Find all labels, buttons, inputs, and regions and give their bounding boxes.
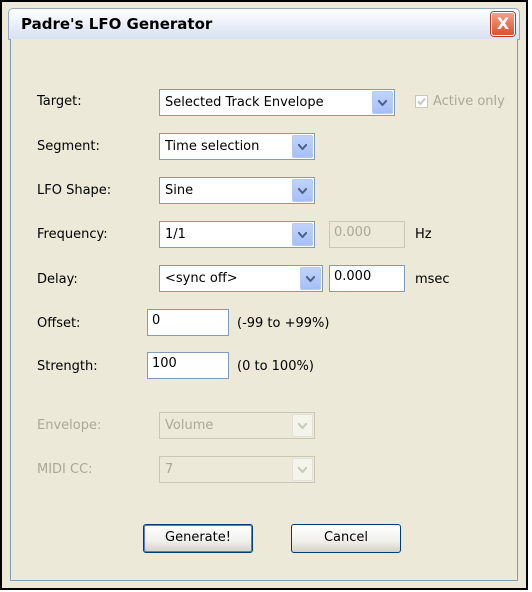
dialog-body: Target: Selected Track Envelope Active o… — [10, 39, 518, 581]
frequency-select[interactable]: 1/1 — [159, 221, 315, 248]
envelope-label: Envelope: — [37, 418, 102, 433]
lfo-shape-select[interactable]: Sine — [159, 177, 315, 204]
chevron-down-icon[interactable] — [292, 223, 313, 246]
close-icon: X — [496, 14, 510, 33]
offset-input[interactable]: 0 — [147, 309, 229, 336]
envelope-value: Volume — [165, 418, 214, 433]
active-only-label: Active only — [433, 94, 505, 109]
segment-label: Segment: — [37, 139, 100, 154]
delay-select[interactable]: <sync off> — [159, 265, 323, 292]
midi-cc-label: MIDI CC: — [37, 462, 93, 477]
hz-field: 0.000 — [329, 221, 405, 248]
lfo-shape-label: LFO Shape: — [37, 183, 112, 198]
title-bar: Padre's LFO Generator X — [8, 8, 520, 40]
chevron-down-icon — [292, 414, 313, 437]
generate-button[interactable]: Generate! — [143, 524, 253, 553]
target-value: Selected Track Envelope — [165, 95, 324, 110]
close-button[interactable]: X — [491, 12, 515, 36]
hz-unit-label: Hz — [415, 227, 432, 242]
lfo-generator-dialog: Padre's LFO Generator X Target: Selected… — [0, 0, 528, 590]
offset-label: Offset: — [37, 316, 81, 331]
segment-select[interactable]: Time selection — [159, 133, 315, 160]
frequency-label: Frequency: — [37, 227, 108, 242]
window-title: Padre's LFO Generator — [21, 15, 213, 33]
segment-value: Time selection — [165, 139, 260, 154]
envelope-select: Volume — [159, 412, 315, 439]
strength-range-hint: (0 to 100%) — [237, 359, 314, 374]
cancel-button[interactable]: Cancel — [291, 524, 401, 553]
frequency-value: 1/1 — [165, 227, 186, 242]
delay-value: <sync off> — [165, 271, 238, 286]
target-label: Target: — [37, 94, 82, 109]
delay-ms-input[interactable]: 0.000 — [329, 265, 405, 292]
strength-input[interactable]: 100 — [147, 352, 229, 379]
lfo-shape-value: Sine — [165, 183, 194, 198]
target-select[interactable]: Selected Track Envelope — [159, 89, 395, 116]
strength-label: Strength: — [37, 359, 98, 374]
midi-cc-value: 7 — [165, 462, 174, 477]
midi-cc-select: 7 — [159, 456, 315, 483]
chevron-down-icon[interactable] — [300, 267, 321, 290]
chevron-down-icon — [292, 458, 313, 481]
checkmark-icon — [415, 95, 428, 108]
chevron-down-icon[interactable] — [292, 179, 313, 202]
msec-unit-label: msec — [415, 272, 450, 287]
chevron-down-icon[interactable] — [292, 135, 313, 158]
delay-label: Delay: — [37, 272, 78, 287]
chevron-down-icon[interactable] — [372, 91, 393, 114]
offset-range-hint: (-99 to +99%) — [237, 316, 330, 331]
